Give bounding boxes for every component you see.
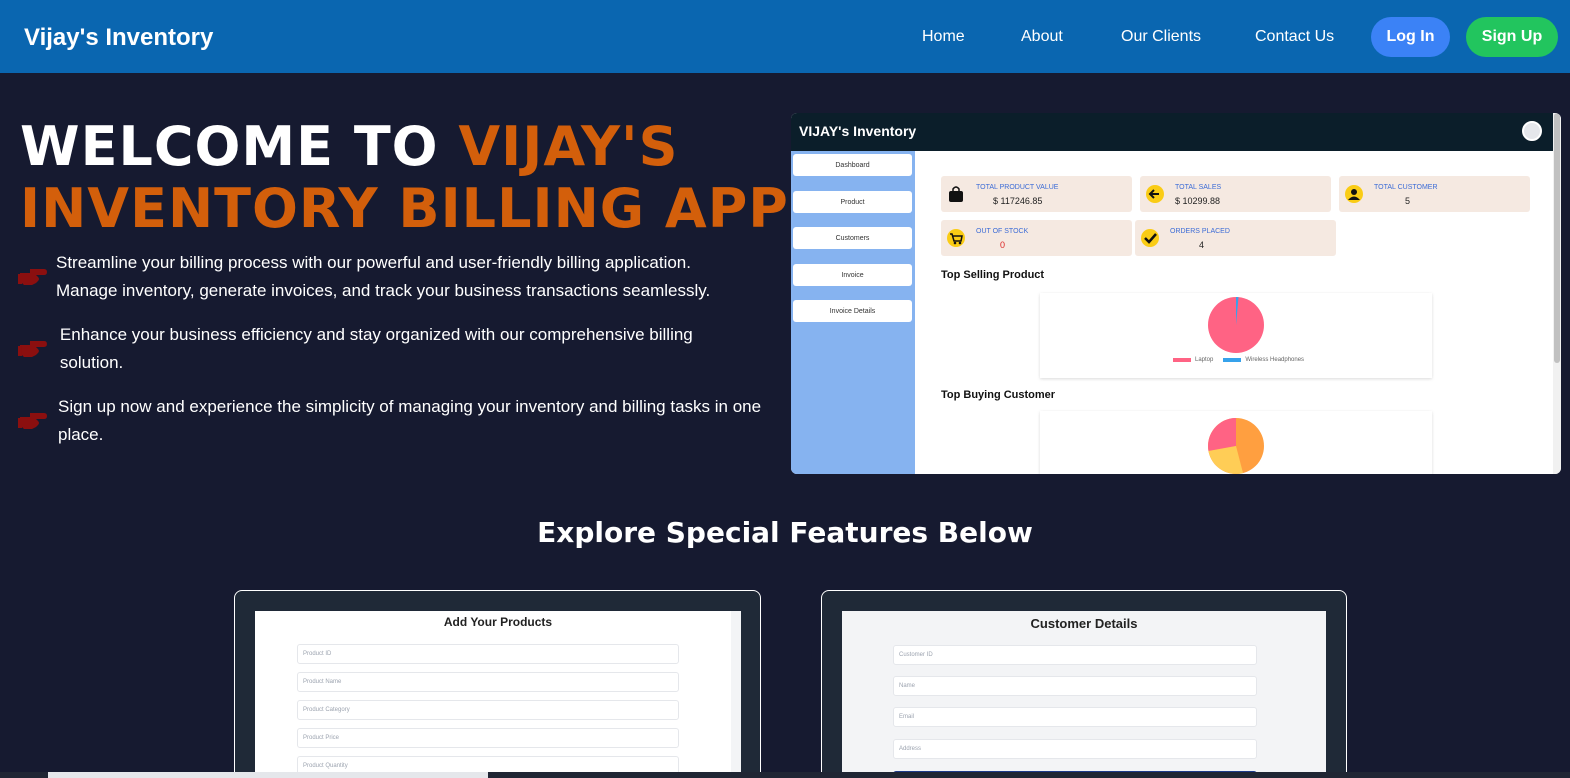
hero-point-text: Sign up now and experience the simplicit… xyxy=(58,397,762,444)
product-form-title: Add Your Products xyxy=(443,615,553,629)
preview-title: VIJAY's Inventory xyxy=(799,123,917,139)
top-buying-pie xyxy=(1208,418,1264,474)
top-selling-pie xyxy=(1208,296,1264,353)
feature-card-products: Add Your Products Product ID Product Nam… xyxy=(234,590,761,778)
sidebar-item-dashboard: Dashboard xyxy=(793,154,912,176)
pointing-hand-icon xyxy=(18,413,47,429)
preview-scrollbar xyxy=(1553,113,1561,474)
top-selling-heading: Top Selling Product xyxy=(941,269,1045,281)
brand-logo[interactable]: Vijay's Inventory xyxy=(24,24,213,52)
nav-our-clients[interactable]: Our Clients xyxy=(1121,28,1201,46)
hero-point-2: Enhance your business efficiency and sta… xyxy=(18,321,758,377)
product-category-field[interactable]: Product Category xyxy=(297,700,679,720)
customer-id-field[interactable]: Customer ID xyxy=(893,645,1257,665)
sidebar-item-invoice-details: Invoice Details xyxy=(793,300,912,322)
avatar xyxy=(1522,121,1542,141)
customer-form-title: Customer Details xyxy=(1030,616,1138,631)
stat-card-total-sales: TOTAL SALES $ 10299.88 xyxy=(1140,176,1331,212)
top-buying-heading: Top Buying Customer xyxy=(941,389,1056,401)
sidebar-item-invoice: Invoice xyxy=(793,264,912,286)
product-name-field[interactable]: Product Name xyxy=(297,672,679,692)
feature-card-customers: Customer Details Customer ID Name Email … xyxy=(821,590,1347,778)
dashboard-preview-image: VIJAY's Inventory Dashboard Product Cust… xyxy=(791,113,1561,474)
login-button[interactable]: Log In xyxy=(1371,17,1450,57)
stat-card-out-of-stock: OUT OF STOCK 0 xyxy=(941,220,1132,256)
stat-card-orders-placed: ORDERS PLACED 4 xyxy=(1135,220,1336,256)
navbar: Vijay's Inventory Home About Our Clients… xyxy=(0,0,1570,73)
arrow-left-icon xyxy=(1146,185,1164,203)
preview-header: VIJAY's Inventory xyxy=(791,113,1553,151)
pointing-hand-icon xyxy=(18,269,47,285)
product-price-field[interactable]: Product Price xyxy=(297,728,679,748)
hero-point-text: Streamline your billing process with our… xyxy=(56,253,711,300)
customer-address-field[interactable]: Address xyxy=(893,739,1257,759)
top-selling-chart: Laptop Wireless Headphones xyxy=(1040,293,1432,378)
hero-point-1: Streamline your billing process with our… xyxy=(18,249,758,305)
hero-title: WELCOME TO VIJAY'S INVENTORY BILLING APP xyxy=(20,116,790,240)
stat-card-total-customer: TOTAL CUSTOMER 5 xyxy=(1339,176,1530,212)
user-icon xyxy=(1345,185,1363,203)
bottom-scrollbar xyxy=(0,772,1570,778)
signup-button[interactable]: Sign Up xyxy=(1466,17,1558,57)
hero-point-3: Sign up now and experience the simplicit… xyxy=(18,393,778,449)
pointing-hand-icon xyxy=(18,341,47,357)
preview-sidebar: Dashboard Product Customers Invoice Invo… xyxy=(791,151,915,474)
chart-legend: Laptop Wireless Headphones xyxy=(1163,357,1304,363)
top-buying-chart xyxy=(1040,411,1432,474)
sidebar-item-product: Product xyxy=(793,191,912,213)
check-icon xyxy=(1141,229,1159,247)
hero-title-orange-1: VIJAY'S xyxy=(458,115,679,178)
nav-about[interactable]: About xyxy=(1021,28,1063,46)
sidebar-item-customers: Customers xyxy=(793,227,912,249)
cart-icon xyxy=(947,229,965,247)
customer-email-field[interactable]: Email xyxy=(893,707,1257,727)
stat-card-product-value: TOTAL PRODUCT VALUE $ 117246.85 xyxy=(941,176,1132,212)
product-form: Add Your Products Product ID Product Nam… xyxy=(255,611,741,778)
shopping-bag-icon xyxy=(949,186,963,202)
hero-title-white: WELCOME TO xyxy=(20,115,459,178)
hero-title-orange-2: INVENTORY BILLING APP xyxy=(20,177,789,240)
hero-point-text: Enhance your business efficiency and sta… xyxy=(59,325,693,372)
customer-form: Customer Details Customer ID Name Email … xyxy=(842,611,1326,778)
customer-name-field[interactable]: Name xyxy=(893,676,1257,696)
product-id-field[interactable]: Product ID xyxy=(297,644,679,664)
nav-contact-us[interactable]: Contact Us xyxy=(1255,28,1334,46)
features-heading: Explore Special Features Below xyxy=(537,516,1033,549)
nav-home[interactable]: Home xyxy=(922,28,965,46)
